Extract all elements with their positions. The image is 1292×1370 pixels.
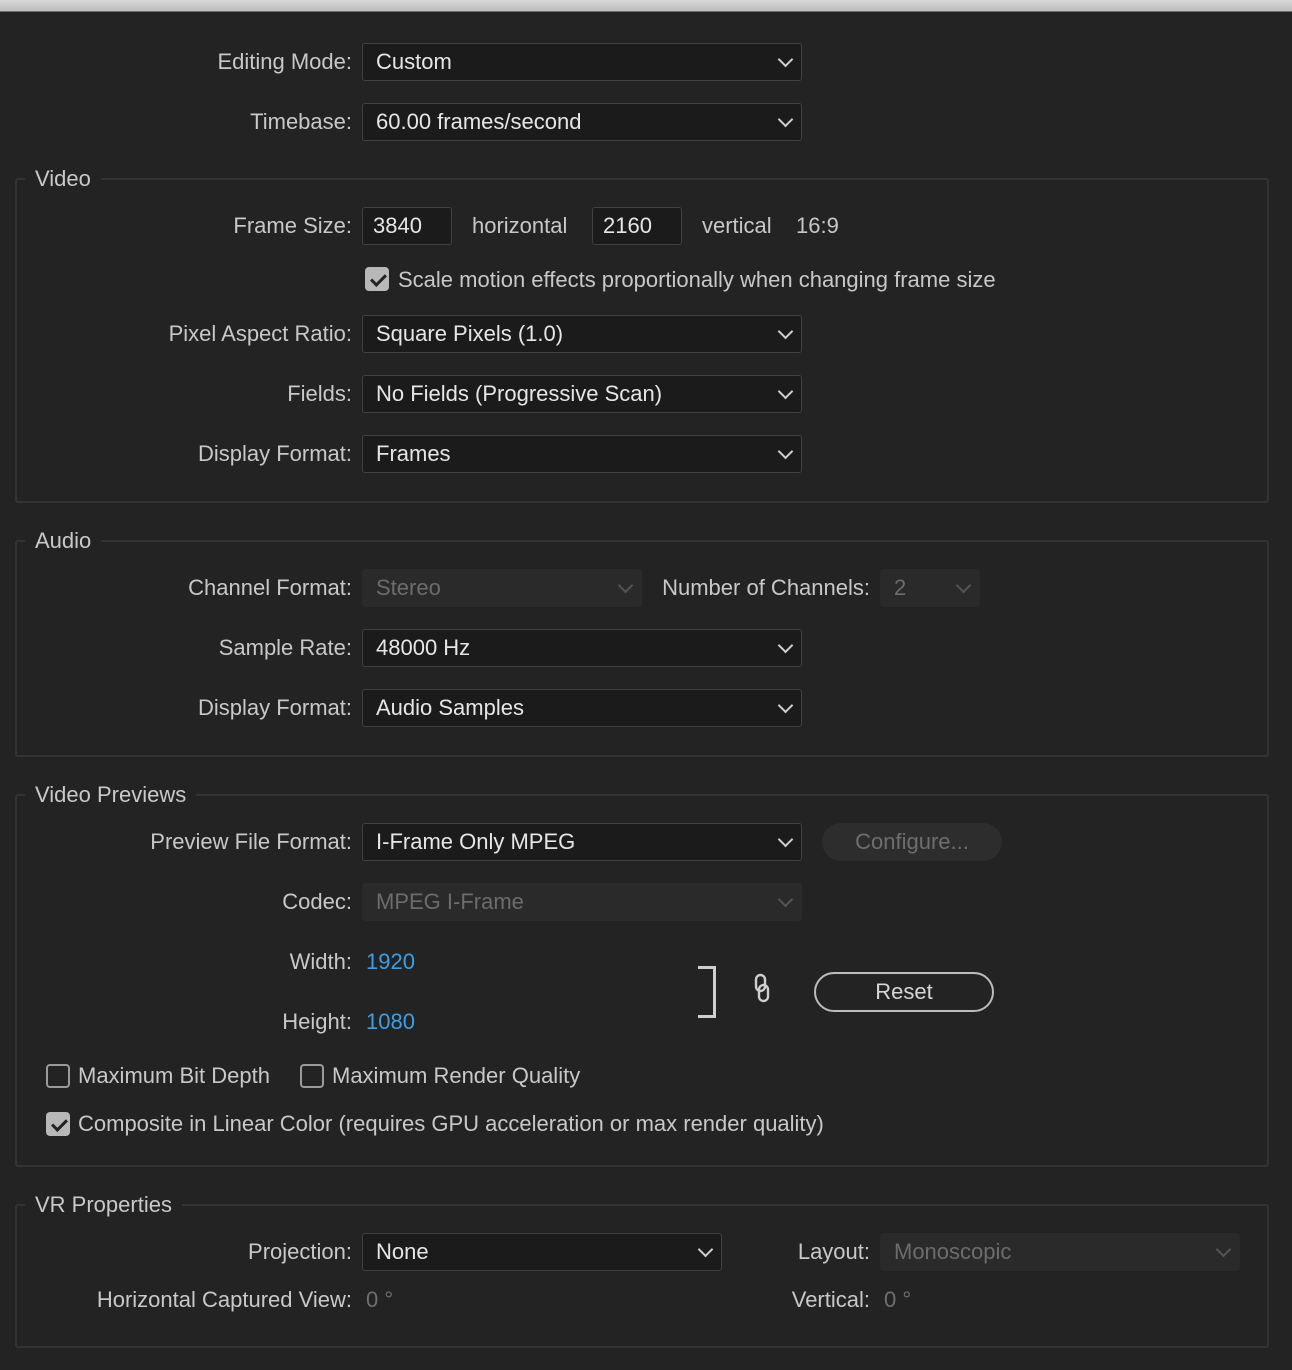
preview-file-format-value: I-Frame Only MPEG <box>376 829 576 854</box>
channel-format-value: Stereo <box>376 575 441 600</box>
preview-width-value[interactable]: 1920 <box>366 942 415 982</box>
dimension-link-bracket <box>698 966 716 1018</box>
video-display-format-label: Display Format: <box>197 441 352 466</box>
chevron-down-icon <box>777 697 794 714</box>
video-display-format-dropdown[interactable]: Frames <box>362 435 802 473</box>
vertical-captured-view-value: 0 ° <box>884 1287 912 1312</box>
chevron-down-icon <box>955 577 972 594</box>
horizontal-label: horizontal <box>472 213 568 238</box>
projection-dropdown[interactable]: None <box>362 1233 722 1271</box>
fields-value: No Fields (Progressive Scan) <box>376 381 663 406</box>
horizontal-captured-view-value: 0 ° <box>366 1287 394 1312</box>
preview-file-format-label: Preview File Format: <box>150 829 352 854</box>
chevron-down-icon <box>777 891 794 908</box>
chevron-down-icon <box>1215 1241 1232 1258</box>
sample-rate-label: Sample Rate: <box>218 635 352 660</box>
linear-color-label: Composite in Linear Color (requires GPU … <box>78 1111 824 1136</box>
preview-height-label: Height: <box>282 1009 352 1034</box>
num-channels-value: 2 <box>894 575 907 600</box>
reset-button[interactable]: Reset <box>814 972 994 1012</box>
frame-size-label: Frame Size: <box>233 213 352 238</box>
chevron-down-icon <box>777 51 794 68</box>
editing-mode-value: Custom <box>376 49 452 74</box>
codec-value: MPEG I-Frame <box>376 889 524 914</box>
aspect-ratio-text: 16:9 <box>796 213 839 238</box>
chevron-down-icon <box>617 577 634 594</box>
chevron-down-icon <box>777 111 794 128</box>
linear-color-checkbox[interactable] <box>46 1112 70 1136</box>
configure-button: Configure... <box>822 823 1002 861</box>
layout-value: Monoscopic <box>894 1239 1012 1264</box>
channel-format-label: Channel Format: <box>188 575 352 600</box>
pixel-aspect-dropdown[interactable]: Square Pixels (1.0) <box>362 315 802 353</box>
max-render-quality-label: Maximum Render Quality <box>332 1063 581 1088</box>
audio-display-format-value: Audio Samples <box>376 695 524 720</box>
preview-width-label: Width: <box>289 949 352 974</box>
num-channels-label: Number of Channels: <box>662 575 870 600</box>
chevron-down-icon <box>777 831 794 848</box>
chevron-down-icon <box>777 443 794 460</box>
timebase-value: 60.00 frames/second <box>376 109 582 134</box>
preview-file-format-dropdown[interactable]: I-Frame Only MPEG <box>362 823 802 861</box>
audio-display-format-label: Display Format: <box>197 695 352 720</box>
frame-height-input[interactable]: 2160 <box>592 207 682 245</box>
vertical-captured-view-label: Vertical: <box>791 1287 870 1312</box>
timebase-dropdown[interactable]: 60.00 frames/second <box>362 103 802 141</box>
codec-label: Codec: <box>282 889 352 914</box>
max-render-quality-checkbox[interactable] <box>300 1064 324 1088</box>
dialog-title-bar <box>0 0 1292 12</box>
max-bit-depth-label: Maximum Bit Depth <box>78 1063 270 1088</box>
pixel-aspect-value: Square Pixels (1.0) <box>376 321 564 346</box>
link-chain-icon[interactable] <box>750 972 774 1004</box>
video-display-format-value: Frames <box>376 441 451 466</box>
max-bit-depth-checkbox[interactable] <box>46 1064 70 1088</box>
layout-label: Layout: <box>797 1239 870 1264</box>
editing-mode-dropdown[interactable]: Custom <box>362 43 802 81</box>
scale-motion-checkbox[interactable] <box>365 267 389 291</box>
horizontal-captured-view-label: Horizontal Captured View: <box>96 1287 352 1312</box>
codec-dropdown: MPEG I-Frame <box>362 883 802 921</box>
editing-mode-label: Editing Mode: <box>217 49 352 74</box>
vr-properties-section: VR Properties <box>15 1188 1269 1348</box>
frame-width-input[interactable]: 3840 <box>362 207 452 245</box>
pixel-aspect-label: Pixel Aspect Ratio: <box>168 321 352 346</box>
chevron-down-icon <box>777 637 794 654</box>
layout-dropdown: Monoscopic <box>880 1233 1240 1271</box>
audio-display-format-dropdown[interactable]: Audio Samples <box>362 689 802 727</box>
scale-motion-label: Scale motion effects proportionally when… <box>398 267 996 292</box>
video-previews-legend: Video Previews <box>25 778 197 812</box>
vertical-label: vertical <box>702 213 772 238</box>
fields-label: Fields: <box>287 381 352 406</box>
projection-label: Projection: <box>248 1239 352 1264</box>
channel-format-dropdown: Stereo <box>362 569 642 607</box>
video-legend: Video <box>25 162 101 196</box>
preview-height-value[interactable]: 1080 <box>366 1002 415 1042</box>
timebase-label: Timebase: <box>250 109 352 134</box>
chevron-down-icon <box>777 323 794 340</box>
chevron-down-icon <box>777 383 794 400</box>
chevron-down-icon <box>697 1241 714 1258</box>
sample-rate-value: 48000 Hz <box>376 635 471 660</box>
fields-dropdown[interactable]: No Fields (Progressive Scan) <box>362 375 802 413</box>
vr-properties-legend: VR Properties <box>25 1188 182 1222</box>
num-channels-dropdown: 2 <box>880 569 980 607</box>
projection-value: None <box>376 1239 429 1264</box>
sample-rate-dropdown[interactable]: 48000 Hz <box>362 629 802 667</box>
audio-legend: Audio <box>25 524 102 558</box>
